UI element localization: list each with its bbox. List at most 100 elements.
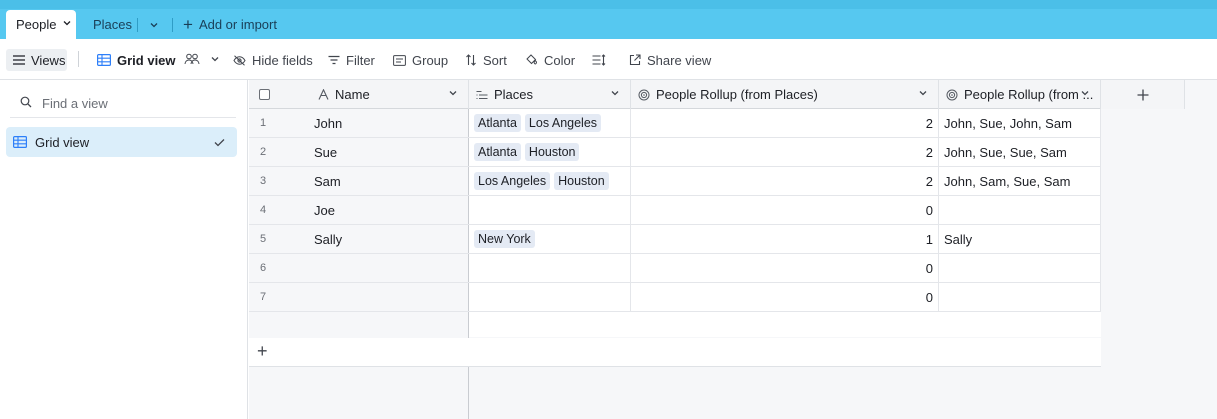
chevron-down-icon[interactable] [1080, 88, 1090, 101]
rollup-icon [638, 89, 650, 101]
row-height-icon [592, 54, 606, 66]
rollup-count-cell[interactable]: 0 [631, 254, 939, 282]
group-label: Group [412, 52, 449, 68]
places-cell[interactable]: Atlanta Los Angeles [469, 109, 631, 137]
places-cell[interactable] [469, 254, 631, 282]
rollup-names-cell[interactable]: John, Sam, Sue, Sam [939, 167, 1101, 195]
grid-icon [97, 54, 111, 66]
chevron-down-icon[interactable] [62, 18, 72, 31]
rollup-count-cell[interactable]: 2 [631, 167, 939, 195]
plus-icon: + [183, 14, 193, 34]
filter-button[interactable]: Filter [328, 49, 375, 71]
tab-people[interactable]: People [6, 10, 76, 39]
rollup-names-cell[interactable]: Sally [939, 225, 1101, 253]
rollup-count-cell[interactable]: 2 [631, 109, 939, 137]
column-header-label: People Rollup (from ... [964, 87, 1094, 102]
table-row[interactable]: 1 John Atlanta Los Angeles 2 John, Sue, John,… [249, 109, 1101, 138]
search-icon [20, 96, 32, 111]
add-field-button[interactable] [1101, 80, 1185, 109]
places-cell[interactable]: Atlanta Houston [469, 138, 631, 166]
linked-record-chip[interactable]: Houston [524, 143, 580, 161]
grid-icon [13, 136, 27, 148]
table-row[interactable]: 60 [249, 254, 1101, 283]
chevron-down-icon[interactable] [918, 88, 928, 101]
primary-cell[interactable]: 4 Joe [249, 196, 469, 224]
share-view-button[interactable]: Share view [629, 49, 711, 71]
table-row[interactable]: 2 Sue Atlanta Houston 2 John, Sue, Sue, Sam [249, 138, 1101, 167]
column-header-label: Places [494, 87, 534, 102]
header-rollup-2-column[interactable]: People Rollup (from ... [939, 80, 1101, 109]
places-cell[interactable]: Los Angeles Houston [469, 167, 631, 195]
all-tables-chevron-icon[interactable] [142, 10, 166, 39]
primary-cell[interactable]: 3 Sam [249, 167, 469, 195]
views-label: Views [31, 52, 66, 68]
header-name-column[interactable]: Name [249, 80, 469, 109]
rollup-names-cell[interactable] [939, 196, 1101, 224]
rollup-names-cell[interactable] [939, 254, 1101, 282]
rollup-count-cell[interactable]: 0 [631, 196, 939, 224]
rollup-count-cell[interactable]: 1 [631, 225, 939, 253]
rollup-names-cell[interactable]: John, Sue, Sue, Sam [939, 138, 1101, 166]
primary-cell[interactable]: 2 Sue [249, 138, 469, 166]
sidebar-item-grid-view[interactable]: Grid view [6, 127, 237, 157]
places-cell[interactable] [469, 283, 631, 311]
linked-record-chip[interactable]: Los Angeles [524, 114, 602, 132]
table-row[interactable]: 70 [249, 283, 1101, 312]
table-row[interactable]: 5 Sally New York 1 Sally [249, 225, 1101, 254]
views-button[interactable]: Views [6, 49, 67, 71]
linked-record-chip[interactable]: New York [474, 230, 535, 248]
linked-record-icon [476, 90, 488, 100]
records-grid: Name Places People Rollup (from Places) [249, 80, 1217, 419]
sidebar-item-label: Grid view [35, 134, 90, 150]
tab-divider [137, 18, 138, 32]
chevron-down-icon[interactable] [210, 54, 220, 67]
plus-icon[interactable]: + [257, 341, 268, 362]
places-cell[interactable]: New York [469, 225, 631, 253]
table-row[interactable]: 4 Joe 0 [249, 196, 1101, 225]
rollup-count-cell[interactable]: 0 [631, 283, 939, 311]
name-cell-value: Sue [314, 144, 338, 160]
group-button[interactable]: Group [393, 49, 448, 71]
linked-record-chip[interactable]: Atlanta [474, 143, 521, 161]
name-cell-value: Joe [314, 202, 335, 218]
header-rollup-column[interactable]: People Rollup (from Places) [631, 80, 939, 109]
chevron-down-icon[interactable] [448, 88, 458, 101]
eye-slash-icon [233, 54, 246, 66]
linked-record-chip[interactable]: Los Angeles [474, 172, 551, 190]
column-header-label: People Rollup (from Places) [656, 87, 818, 102]
tab-places-label: Places [93, 17, 133, 32]
tab-places[interactable]: Places [93, 10, 132, 39]
linked-record-chip[interactable]: Houston [554, 172, 609, 190]
table-row[interactable]: 3 Sam Los Angeles Houston 2 John, Sam, Sue, S… [249, 167, 1101, 196]
row-number: 5 [260, 233, 267, 245]
primary-cell[interactable]: 1 John [249, 109, 469, 137]
select-all-checkbox[interactable] [259, 89, 270, 100]
row-height-button[interactable] [592, 49, 612, 71]
filter-icon [328, 55, 340, 65]
column-header-label: Name [335, 87, 370, 102]
find-view-input[interactable]: Find a view [10, 90, 236, 118]
add-or-import-button[interactable]: + Add or import [183, 10, 277, 39]
places-cell[interactable] [469, 196, 631, 224]
rollup-names-cell[interactable]: John, Sue, John, Sam [939, 109, 1101, 137]
color-button[interactable]: Color [525, 49, 575, 71]
grid-header: Name Places People Rollup (from Places) [249, 80, 1185, 109]
find-view-placeholder: Find a view [42, 96, 108, 111]
hide-fields-button[interactable]: Hide fields [233, 49, 313, 71]
grid-view-switcher[interactable]: Grid view [97, 49, 220, 71]
primary-cell[interactable]: 5 Sally [249, 225, 469, 253]
primary-cell[interactable]: 7 [249, 283, 469, 311]
row-number: 3 [260, 175, 267, 187]
primary-cell[interactable]: 6 [249, 254, 469, 282]
filter-label: Filter [346, 52, 375, 68]
row-number: 2 [260, 146, 267, 158]
chevron-down-icon[interactable] [610, 88, 620, 101]
rollup-names-cell[interactable] [939, 283, 1101, 311]
rollup-count-cell[interactable]: 2 [631, 138, 939, 166]
linked-record-chip[interactable]: Atlanta [474, 114, 521, 132]
sort-button[interactable]: Sort [465, 49, 507, 71]
add-record-row[interactable]: + [249, 338, 1101, 367]
table-tab-bar: People Places + Add or import [0, 0, 1217, 39]
row-number: 4 [260, 204, 267, 216]
header-places-column[interactable]: Places [469, 80, 631, 109]
